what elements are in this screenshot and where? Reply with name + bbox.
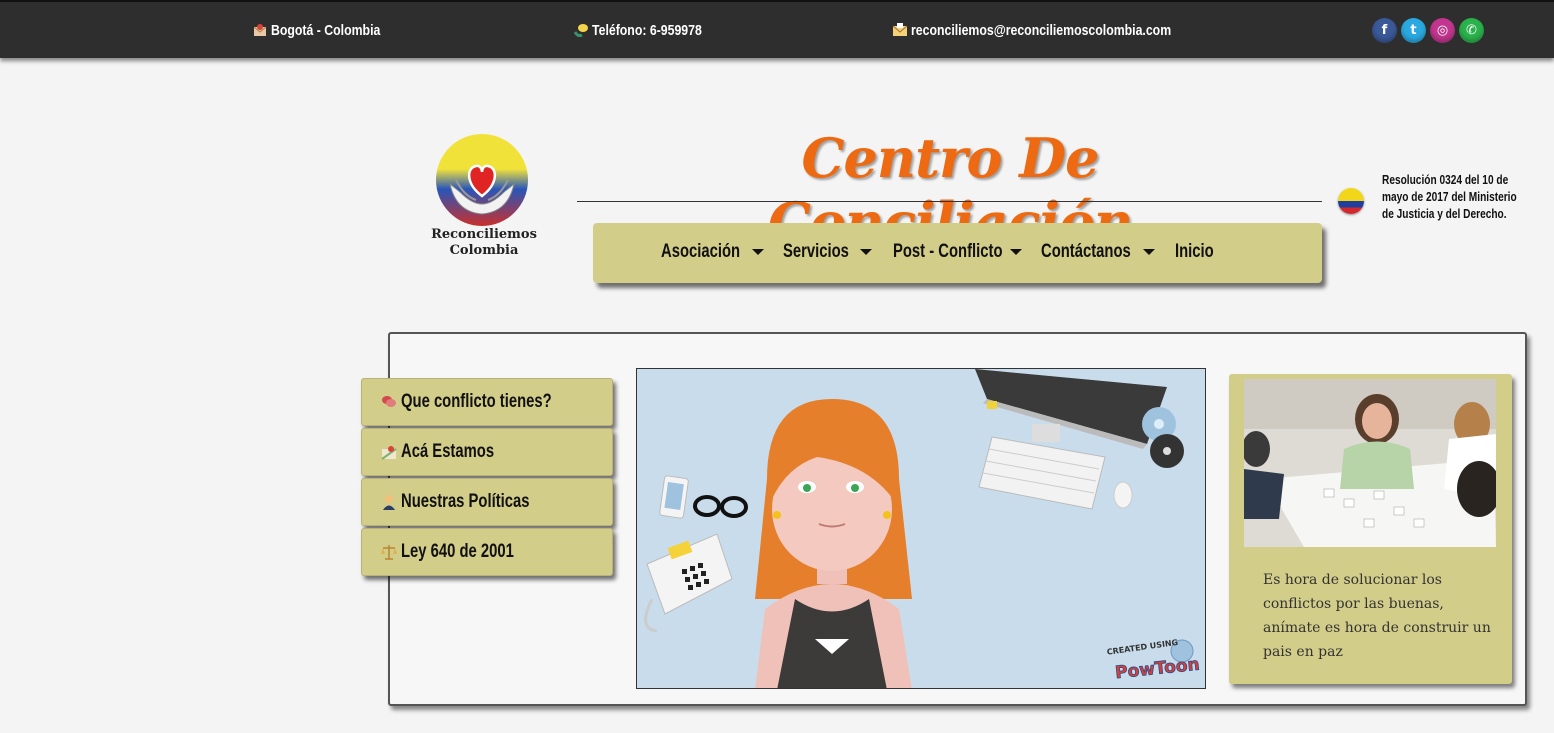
site-logo[interactable]: Reconciliemos Colombia bbox=[424, 132, 544, 262]
nav-item-label: Asociación bbox=[661, 241, 741, 262]
sidebar-item-ley-640[interactable]: Ley 640 de 2001 bbox=[361, 528, 613, 576]
logo-line-2: Colombia bbox=[449, 243, 519, 258]
social-links: f t ◎ ✆ bbox=[1372, 18, 1484, 43]
intro-video[interactable]: CREATED USING PowToon bbox=[636, 368, 1206, 689]
logo-text: Reconciliemos Colombia bbox=[424, 227, 544, 259]
nav-item-label: Contáctanos bbox=[1041, 241, 1131, 262]
sidebar-item-label: Nuestras Políticas bbox=[401, 491, 530, 512]
email-link[interactable]: reconciliemos@reconciliemoscolombia.com bbox=[911, 22, 1171, 39]
email-info: reconciliemos@reconciliemoscolombia.com bbox=[893, 20, 1228, 40]
location-text: Bogotá - Colombia bbox=[271, 21, 381, 39]
video-illustration: CREATED USING PowToon bbox=[644, 369, 1201, 688]
map-icon bbox=[381, 444, 397, 460]
map-icon bbox=[253, 23, 267, 37]
card-message: Es hora de solucionar los conflictos por… bbox=[1263, 572, 1491, 660]
resolution-note: Resolución 0324 del 10 de mayo de 2017 d… bbox=[1382, 171, 1542, 222]
phone-text[interactable]: Teléfono: 6-959978 bbox=[592, 22, 702, 39]
chevron-down-icon bbox=[859, 249, 872, 255]
nav-item-label: Post - Conflicto bbox=[893, 241, 1003, 262]
sidebar-item-conflicto[interactable]: Que conflicto tienes? bbox=[361, 378, 613, 426]
chevron-down-icon bbox=[752, 249, 765, 255]
promo-card: Es hora de solucionar los conflictos por… bbox=[1229, 374, 1512, 684]
title-divider bbox=[577, 201, 1322, 202]
scales-icon bbox=[381, 544, 397, 560]
nav-item-label: Servicios bbox=[783, 241, 849, 262]
nav-item-servicios[interactable]: Servicios bbox=[783, 241, 872, 263]
phone-info: Teléfono: 6-959978 bbox=[574, 20, 726, 40]
colombia-flag-icon bbox=[1338, 188, 1364, 214]
watermark-brand: PowToon bbox=[1114, 655, 1200, 684]
nav-item-post-conflicto[interactable]: Post - Conflicto bbox=[893, 241, 1023, 263]
envelope-icon bbox=[893, 23, 907, 37]
sidebar-item-label: Que conflicto tienes? bbox=[401, 391, 552, 412]
main-nav: Asociación Servicios Post - Conflicto Co… bbox=[593, 223, 1322, 283]
sidebar-item-politicas[interactable]: Nuestras Políticas bbox=[361, 478, 613, 526]
facebook-icon[interactable]: f bbox=[1372, 18, 1397, 43]
chat-bubbles-icon bbox=[381, 394, 397, 410]
sidebar-item-aca-estamos[interactable]: Acá Estamos bbox=[361, 428, 613, 476]
watermark-caption: CREATED USING bbox=[1106, 638, 1178, 657]
powtoon-watermark: CREATED USING PowToon bbox=[1106, 638, 1201, 684]
resolution-line-3: de Justicia y del Derecho. bbox=[1382, 206, 1507, 221]
desk-phone-icon bbox=[644, 533, 733, 633]
logo-line-1: Reconciliemos bbox=[431, 227, 537, 242]
chevron-down-icon bbox=[1010, 249, 1023, 255]
keyboard-icon bbox=[978, 436, 1106, 510]
sidebar-item-label: Ley 640 de 2001 bbox=[401, 541, 514, 562]
nav-item-inicio[interactable]: Inicio bbox=[1175, 241, 1225, 263]
chevron-down-icon bbox=[1143, 249, 1156, 255]
location-info: Bogotá - Colombia bbox=[253, 20, 404, 40]
nav-item-contactanos[interactable]: Contáctanos bbox=[1041, 241, 1156, 263]
whatsapp-icon[interactable]: ✆ bbox=[1459, 18, 1484, 43]
phone-icon bbox=[574, 23, 588, 37]
sidebar-item-label: Acá Estamos bbox=[401, 441, 495, 462]
top-bar: Bogotá - Colombia Teléfono: 6-959978 rec… bbox=[0, 0, 1554, 58]
computer-monitor-icon bbox=[975, 369, 1167, 449]
cartoon-woman bbox=[755, 399, 912, 688]
logo-emblem bbox=[436, 134, 528, 226]
resolution-line-1: Resolución 0324 del 10 de bbox=[1382, 172, 1509, 187]
nav-item-asociacion[interactable]: Asociación bbox=[661, 241, 765, 263]
nav-item-label: Inicio bbox=[1175, 241, 1214, 262]
twitter-icon[interactable]: t bbox=[1401, 18, 1426, 43]
meeting-photo bbox=[1244, 379, 1496, 547]
resolution-line-2: mayo de 2017 del Ministerio bbox=[1382, 189, 1517, 204]
instagram-icon[interactable]: ◎ bbox=[1430, 18, 1455, 43]
person-icon bbox=[381, 494, 397, 510]
